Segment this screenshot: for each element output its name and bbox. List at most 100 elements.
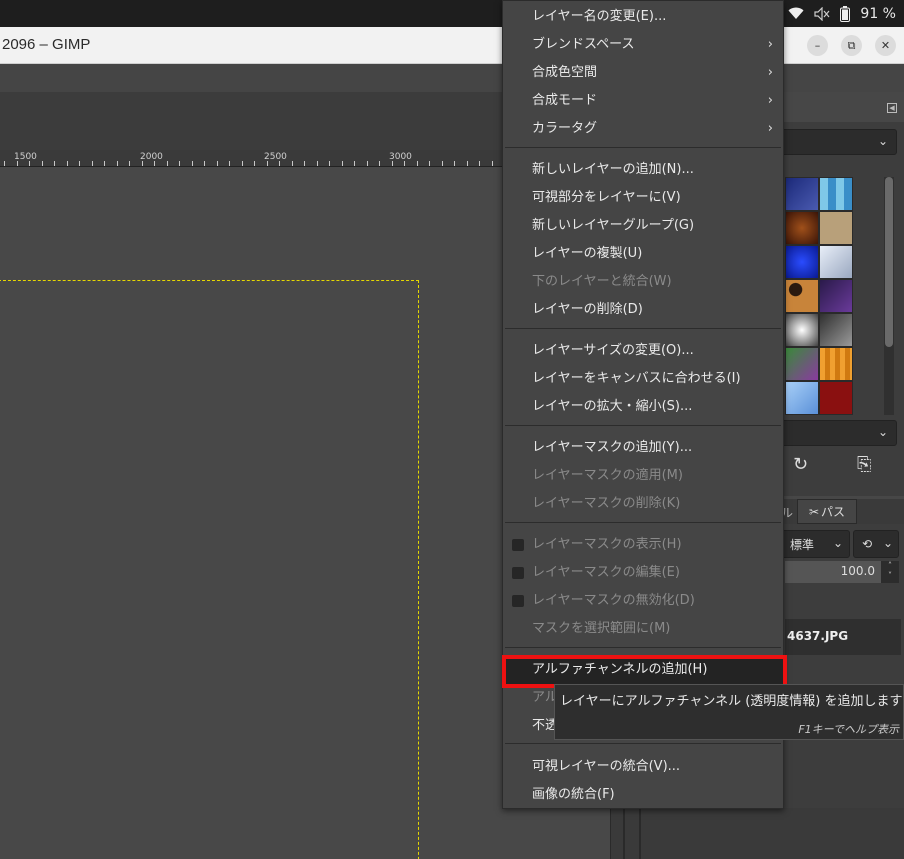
menu-item[interactable]: レイヤーをキャンバスに合わせる(I) <box>503 365 783 393</box>
scrollbar-thumb[interactable] <box>885 177 893 347</box>
chevron-down-icon: ⌄ <box>877 134 888 148</box>
menu-item-label: カラータグ <box>532 121 598 136</box>
ruler-tick <box>229 161 230 166</box>
pattern-swatch[interactable] <box>819 211 853 245</box>
pattern-swatch[interactable] <box>785 177 819 211</box>
ruler-tick <box>491 161 493 166</box>
menu-item[interactable]: 下のレイヤーと統合(W) <box>503 268 783 296</box>
menu-separator <box>505 647 781 648</box>
menu-item-label: 可視部分をレイヤーに(V) <box>532 190 681 205</box>
ruler-tick <box>341 161 343 166</box>
pattern-swatch[interactable] <box>785 279 819 313</box>
pattern-swatch[interactable] <box>819 279 853 313</box>
ruler-tick <box>179 161 180 166</box>
menu-item[interactable]: 画像の統合(F) <box>503 781 783 809</box>
tab-paths[interactable]: ✂ パス <box>797 499 857 524</box>
dock-menu-icon[interactable]: ◀ <box>887 103 897 113</box>
menu-item[interactable]: 新しいレイヤーグループ(G) <box>503 212 783 240</box>
chevron-down-icon: ⌄ <box>882 536 893 550</box>
opacity-stepper[interactable]: ˄ ˅ <box>881 561 899 583</box>
dock-divider <box>639 808 641 859</box>
menu-item[interactable]: レイヤーの削除(D) <box>503 296 783 324</box>
ruler-tick <box>141 161 143 166</box>
checkbox-icon <box>512 595 524 607</box>
menu-item[interactable]: レイヤーマスクの追加(Y)... <box>503 434 783 462</box>
close-button[interactable]: ✕ <box>875 35 896 56</box>
menu-item-label: レイヤーサイズの変更(O)... <box>532 343 694 358</box>
menu-item[interactable]: レイヤーの拡大・縮小(S)... <box>503 393 783 421</box>
ruler-tick <box>429 161 430 166</box>
chevron-right-icon: › <box>767 121 773 136</box>
chevron-down-icon[interactable]: ˅ <box>881 571 899 581</box>
menu-item-label: レイヤーの削除(D) <box>532 302 643 317</box>
minimize-button[interactable]: – <box>807 35 828 56</box>
ruler-tick <box>29 161 30 166</box>
layer-mode-select[interactable]: 標準 ⌄ <box>781 530 850 558</box>
ruler-tick <box>354 161 355 166</box>
ruler-tick <box>266 161 268 166</box>
menu-item[interactable]: レイヤーサイズの変更(O)... <box>503 337 783 365</box>
pattern-swatch[interactable] <box>819 245 853 279</box>
ruler-tick <box>216 161 218 166</box>
wifi-icon[interactable] <box>788 7 804 20</box>
menu-item-label: マスクを選択範囲に(M) <box>532 621 671 636</box>
pattern-swatch[interactable] <box>819 381 853 415</box>
layer-mode-value: 標準 <box>790 537 815 552</box>
ruler-tick <box>79 161 80 166</box>
menu-item[interactable]: 合成色空間 › <box>503 59 783 87</box>
refresh-icon[interactable]: ↻ <box>793 454 808 475</box>
menu-item[interactable]: レイヤーマスクの適用(M) <box>503 462 783 490</box>
ruler-tick <box>91 161 93 166</box>
menu-item[interactable]: マスクを選択範囲に(M) <box>503 615 783 643</box>
open-as-image-icon[interactable]: ⎘ <box>857 454 871 475</box>
ruler-tick <box>454 161 455 166</box>
ruler-tick <box>466 161 468 166</box>
maximize-button[interactable]: ⧉ <box>841 35 862 56</box>
menu-item[interactable]: ブレンドスペース › <box>503 31 783 59</box>
ruler-tick <box>54 161 55 166</box>
tab-paths-label: パス <box>821 505 846 519</box>
menu-item[interactable]: カラータグ › <box>503 115 783 143</box>
ruler-tick <box>154 161 155 166</box>
composite-mode-select[interactable]: ⟲ ⌄ <box>853 530 899 558</box>
menu-item[interactable]: 可視部分をレイヤーに(V) <box>503 184 783 212</box>
battery-percentage: 91 % <box>860 5 896 22</box>
tooltip-help-hint: F1キーでヘルプ表示 <box>798 723 899 736</box>
dock-selector[interactable]: ⌄ <box>781 420 897 446</box>
battery-icon[interactable] <box>840 5 851 22</box>
menu-item[interactable]: レイヤーマスクの削除(K) <box>503 490 783 518</box>
system-tray: 91 % <box>788 0 896 27</box>
chevron-right-icon: › <box>767 65 773 80</box>
image-boundary <box>0 280 419 859</box>
menu-item[interactable]: レイヤーの複製(U) <box>503 240 783 268</box>
chevron-down-icon: ⌄ <box>877 425 888 439</box>
pattern-swatch[interactable] <box>819 347 853 381</box>
chevron-up-icon[interactable]: ˄ <box>881 561 899 571</box>
menu-item[interactable]: レイヤー名の変更(E)... <box>503 3 783 31</box>
menu-item[interactable]: レイヤーマスクの編集(E) <box>503 559 783 587</box>
menu-item[interactable]: 新しいレイヤーの追加(N)... <box>503 156 783 184</box>
pattern-swatch[interactable] <box>785 381 819 415</box>
pattern-swatch[interactable] <box>785 347 819 381</box>
menu-item[interactable]: 可視レイヤーの統合(V)... <box>503 753 783 781</box>
pattern-swatch[interactable] <box>819 313 853 347</box>
pattern-scrollbar[interactable] <box>884 177 894 415</box>
opacity-field[interactable]: 100.0 <box>785 561 881 583</box>
menu-item[interactable]: レイヤーマスクの表示(H) <box>503 531 783 559</box>
menu-item[interactable]: 合成モード › <box>503 87 783 115</box>
chevron-right-icon: › <box>767 93 773 108</box>
layer-list-item[interactable]: 4637.JPG <box>785 619 901 655</box>
pattern-swatch[interactable] <box>785 245 819 279</box>
volume-muted-icon[interactable] <box>814 6 830 21</box>
ruler-tick <box>66 161 68 166</box>
menu-separator <box>505 425 781 426</box>
menu-item[interactable]: レイヤーマスクの無効化(D) <box>503 587 783 615</box>
pattern-swatch[interactable] <box>785 313 819 347</box>
pattern-swatch[interactable] <box>785 211 819 245</box>
pattern-view-selector[interactable]: ⌄ <box>781 129 897 155</box>
paths-icon: ✂ <box>808 504 820 519</box>
menu-separator <box>505 147 781 148</box>
ruler-tick <box>329 161 330 166</box>
ruler-tick <box>391 161 393 166</box>
pattern-swatch[interactable] <box>819 177 853 211</box>
